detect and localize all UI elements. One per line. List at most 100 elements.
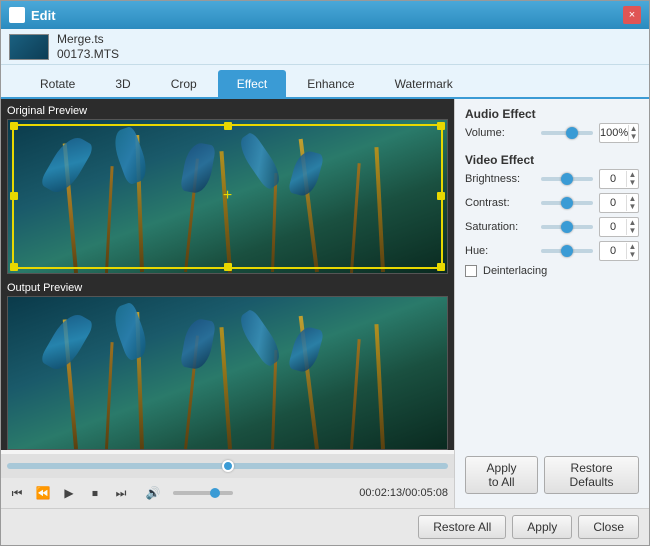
hue-slider-track[interactable] bbox=[541, 249, 593, 253]
saturation-slider-track[interactable] bbox=[541, 225, 593, 229]
saturation-slider-thumb[interactable] bbox=[561, 221, 573, 233]
close-button[interactable]: Close bbox=[578, 515, 639, 539]
hue-slider-container bbox=[541, 249, 593, 253]
apply-restore-row: Apply to All Restore Defaults bbox=[465, 456, 639, 494]
previews-area: Original Preview bbox=[1, 99, 454, 450]
play-back-button[interactable]: ⏪ bbox=[33, 483, 53, 503]
apply-button[interactable]: Apply bbox=[512, 515, 572, 539]
play-button[interactable]: ▶ bbox=[59, 483, 79, 503]
brightness-label: Brightness: bbox=[465, 173, 535, 185]
hue-down-button[interactable]: ▼ bbox=[627, 251, 638, 259]
original-preview-box: + bbox=[7, 119, 448, 274]
output-preview-box bbox=[7, 296, 448, 451]
volume-value-box: 100% ▲ ▼ bbox=[599, 123, 639, 143]
hue-slider-thumb[interactable] bbox=[561, 245, 573, 257]
bottom-buttons-bar: Restore All Apply Close bbox=[1, 508, 649, 545]
audio-effect-title: Audio Effect bbox=[465, 107, 639, 121]
volume-down-button[interactable]: ▼ bbox=[629, 133, 638, 141]
contrast-label: Contrast: bbox=[465, 197, 535, 209]
right-buttons: Apply to All Restore Defaults bbox=[465, 456, 639, 500]
volume-label: Volume: bbox=[465, 127, 535, 139]
right-panel: Audio Effect Volume: 100% ▲ ▼ bbox=[454, 99, 649, 508]
volume-value: 100% bbox=[600, 127, 628, 139]
brightness-slider-container bbox=[541, 177, 593, 181]
file-name-1: Merge.ts bbox=[57, 32, 119, 46]
tab-rotate[interactable]: Rotate bbox=[21, 70, 94, 97]
contrast-slider-track[interactable] bbox=[541, 201, 593, 205]
contrast-spin[interactable]: ▲ ▼ bbox=[626, 195, 638, 211]
video-effect-section: Video Effect Brightness: 0 ▲ ▼ bbox=[465, 153, 639, 277]
original-preview-section: Original Preview bbox=[7, 105, 448, 274]
volume-slider-track[interactable] bbox=[541, 131, 593, 135]
apply-to-all-button[interactable]: Apply to All bbox=[465, 456, 538, 494]
hue-label: Hue: bbox=[465, 245, 535, 257]
file-thumbnail bbox=[9, 34, 49, 60]
deinterlacing-label: Deinterlacing bbox=[483, 265, 547, 277]
output-preview-label: Output Preview bbox=[7, 282, 448, 294]
hue-value-box: 0 ▲ ▼ bbox=[599, 241, 639, 261]
volume-slider[interactable] bbox=[173, 491, 233, 495]
hue-row: Hue: 0 ▲ ▼ bbox=[465, 241, 639, 261]
file-bar: Merge.ts 00173.MTS bbox=[1, 29, 649, 65]
timeline-thumb[interactable] bbox=[222, 460, 234, 472]
saturation-row: Saturation: 0 ▲ ▼ bbox=[465, 217, 639, 237]
brightness-row: Brightness: 0 ▲ ▼ bbox=[465, 169, 639, 189]
skip-back-button[interactable]: ⏮ bbox=[7, 483, 27, 503]
tabs-bar: Rotate 3D Crop Effect Enhance Watermark bbox=[1, 65, 649, 99]
hue-spin[interactable]: ▲ ▼ bbox=[626, 243, 638, 259]
contrast-value: 0 bbox=[600, 197, 626, 209]
close-window-button[interactable]: × bbox=[623, 6, 641, 24]
stop-button[interactable]: ⏹ bbox=[85, 483, 105, 503]
main-content: Original Preview bbox=[1, 99, 649, 508]
brightness-spin[interactable]: ▲ ▼ bbox=[626, 171, 638, 187]
time-display: 00:02:13/00:05:08 bbox=[359, 487, 448, 499]
volume-icon: 🔊 bbox=[143, 483, 163, 503]
left-panel: Original Preview bbox=[1, 99, 454, 508]
video-effect-title: Video Effect bbox=[465, 153, 639, 167]
restore-defaults-button[interactable]: Restore Defaults bbox=[544, 456, 639, 494]
output-preview-inner bbox=[8, 297, 447, 450]
tab-watermark[interactable]: Watermark bbox=[376, 70, 472, 97]
app-icon bbox=[9, 7, 25, 23]
brightness-value: 0 bbox=[600, 173, 626, 185]
tab-crop[interactable]: Crop bbox=[152, 70, 216, 97]
timeline-track[interactable] bbox=[7, 463, 448, 469]
contrast-slider-thumb[interactable] bbox=[561, 197, 573, 209]
saturation-label: Saturation: bbox=[465, 221, 535, 233]
saturation-spin[interactable]: ▲ ▼ bbox=[626, 219, 638, 235]
contrast-slider-container bbox=[541, 201, 593, 205]
saturation-slider-container bbox=[541, 225, 593, 229]
tab-enhance[interactable]: Enhance bbox=[288, 70, 373, 97]
title-bar-left: Edit bbox=[9, 7, 56, 23]
contrast-value-box: 0 ▲ ▼ bbox=[599, 193, 639, 213]
bottom-action-row: Restore All Apply Close bbox=[11, 515, 639, 539]
brightness-slider-track[interactable] bbox=[541, 177, 593, 181]
file-name-2: 00173.MTS bbox=[57, 47, 119, 61]
deinterlacing-checkbox[interactable] bbox=[465, 265, 477, 277]
brightness-value-box: 0 ▲ ▼ bbox=[599, 169, 639, 189]
edit-window: Edit × Merge.ts 00173.MTS Rotate 3D Crop… bbox=[0, 0, 650, 546]
output-preview-section: Output Preview bbox=[7, 282, 448, 451]
tab-3d[interactable]: 3D bbox=[96, 70, 149, 97]
contrast-row: Contrast: 0 ▲ ▼ bbox=[465, 193, 639, 213]
volume-row: Volume: 100% ▲ ▼ bbox=[465, 123, 639, 143]
controls-bar: ⏮ ⏪ ▶ ⏹ ⏭ 🔊 00:02:13/00:05:08 bbox=[1, 478, 454, 508]
volume-thumb[interactable] bbox=[210, 488, 220, 498]
window-title: Edit bbox=[31, 8, 56, 23]
crosshair-icon: + bbox=[223, 187, 232, 205]
volume-spin[interactable]: ▲ ▼ bbox=[628, 125, 638, 141]
timeline-bar[interactable] bbox=[1, 454, 454, 478]
original-preview-inner: + bbox=[8, 120, 447, 273]
tab-effect[interactable]: Effect bbox=[218, 70, 286, 97]
brightness-down-button[interactable]: ▼ bbox=[627, 179, 638, 187]
deinterlacing-row: Deinterlacing bbox=[465, 265, 639, 277]
restore-all-button[interactable]: Restore All bbox=[418, 515, 506, 539]
volume-slider-container bbox=[541, 131, 593, 135]
brightness-slider-thumb[interactable] bbox=[561, 173, 573, 185]
contrast-down-button[interactable]: ▼ bbox=[627, 203, 638, 211]
audio-effect-section: Audio Effect Volume: 100% ▲ ▼ bbox=[465, 107, 639, 147]
skip-forward-button[interactable]: ⏭ bbox=[111, 483, 131, 503]
hue-value: 0 bbox=[600, 245, 626, 257]
volume-slider-thumb[interactable] bbox=[566, 127, 578, 139]
saturation-down-button[interactable]: ▼ bbox=[627, 227, 638, 235]
